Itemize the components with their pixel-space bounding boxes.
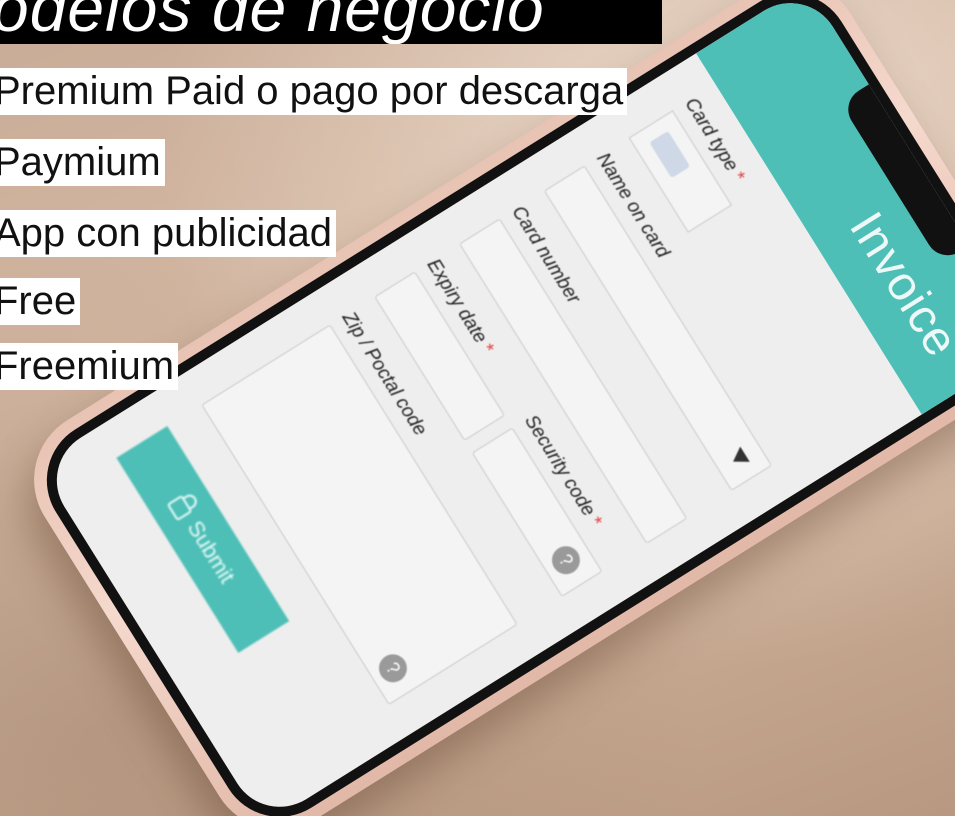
required-marker: * [475, 340, 498, 358]
required-marker: * [583, 513, 606, 531]
required-marker: * [726, 168, 749, 187]
slide-title: odelos de negocio [0, 0, 545, 44]
background-photo: Invoice Card type * Name on card Card nu… [0, 0, 955, 816]
list-item: Freemium [0, 343, 179, 390]
list-item: Paymium [0, 139, 165, 186]
smartphone: Invoice Card type * Name on card Card nu… [7, 0, 955, 816]
card-icon [649, 130, 691, 179]
submit-button-label: Submit [182, 516, 240, 588]
list-item: Free [0, 278, 81, 325]
slide-title-bar: odelos de negocio [0, 0, 662, 44]
lock-icon [166, 494, 193, 522]
list-item: Premium Paid o pago por descarga [0, 68, 628, 115]
help-icon[interactable]: ? [373, 648, 413, 688]
dropdown-arrow-icon[interactable] [728, 446, 750, 470]
help-icon[interactable]: ? [546, 540, 586, 580]
list-item: App con publicidad [0, 210, 337, 257]
payment-form: Card type * Name on card Card number Exp… [116, 94, 885, 758]
